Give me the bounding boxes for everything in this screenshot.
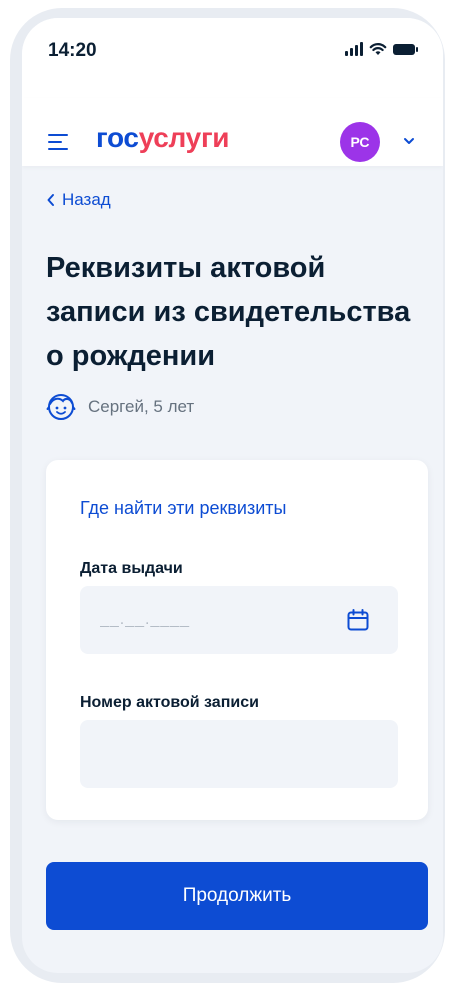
issue-date-label: Дата выдачи [80, 560, 183, 577]
top-area: 14:20 госуслуги РС [22, 18, 443, 166]
chevron-left-icon [47, 194, 54, 206]
help-link[interactable]: Где найти эти реквизиты [80, 498, 286, 519]
logo-part-gos: гос [96, 122, 139, 153]
issue-date-wrapper [46, 586, 428, 654]
chevron-down-icon[interactable] [402, 134, 416, 148]
user-avatar[interactable]: РС [340, 122, 380, 162]
child-face-icon [46, 394, 76, 420]
status-time: 14:20 [48, 40, 97, 61]
menu-icon[interactable] [48, 134, 68, 150]
wifi-icon [369, 43, 387, 55]
logo-part-uslugi: услуги [138, 122, 230, 153]
app-screen: 14:20 госуслуги РС Назад Реквизиты актов… [22, 18, 443, 973]
battery-icon [393, 44, 418, 55]
back-link[interactable]: Назад [46, 190, 111, 210]
child-info: Сергей, 5 лет [46, 392, 194, 422]
form-card: Где найти эти реквизиты Дата выдачи Номе… [46, 460, 428, 820]
gosuslugi-logo[interactable]: госуслуги [96, 122, 230, 154]
back-label: Назад [62, 190, 111, 209]
calendar-icon[interactable] [346, 608, 370, 632]
status-icons [345, 42, 418, 56]
continue-button[interactable]: Продолжить [46, 862, 428, 930]
page-title: Реквизиты актовой записи из свидетельств… [46, 252, 411, 372]
signal-icon [345, 42, 363, 56]
record-number-label: Номер актовой записи [80, 694, 259, 711]
record-number-field[interactable] [80, 720, 398, 788]
child-name: Сергей, 5 лет [88, 397, 195, 416]
app-header: госуслуги РС [22, 98, 443, 166]
